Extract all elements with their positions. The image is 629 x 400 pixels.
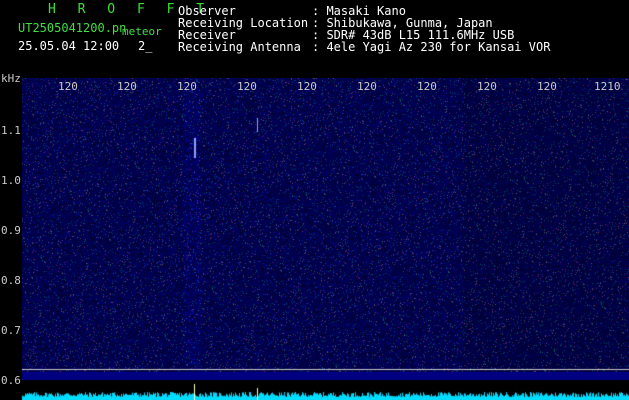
file-name: UT2505041200.pn — [18, 21, 127, 35]
x-tick: 120 — [477, 80, 497, 93]
hrofft-screen: { "app": { "name": "H R O F F T", "filen… — [0, 0, 629, 400]
mode-label: meteor — [122, 25, 162, 38]
x-tick: 120 — [58, 80, 78, 93]
antenna-value: : 4ele Yagi Az 230 for Kansai VOR — [312, 40, 551, 54]
signal-waveform — [0, 372, 629, 400]
y-tick: 0.9 — [1, 224, 21, 237]
y-tick: 1.1 — [1, 124, 21, 137]
y-tick: 0.8 — [1, 274, 21, 287]
frame-count: 2_ — [138, 39, 153, 53]
x-tick: 120 — [297, 80, 317, 93]
y-tick: 0.6 — [1, 374, 21, 387]
x-tick: 120 — [417, 80, 437, 93]
x-tick: 120 — [357, 80, 377, 93]
date-time: 25.05.04 12:00 — [18, 39, 120, 53]
x-tick: 120 — [177, 80, 197, 93]
spectrogram — [22, 78, 629, 372]
x-tick: 120 — [117, 80, 137, 93]
x-tick: 1210 — [594, 80, 621, 93]
antenna-label: Receiving Antenna — [178, 40, 301, 54]
y-axis-unit: kHz — [1, 72, 21, 85]
x-tick: 120 — [237, 80, 257, 93]
y-tick: 1.0 — [1, 174, 21, 187]
y-tick: 0.7 — [1, 324, 21, 337]
x-tick: 120 — [537, 80, 557, 93]
